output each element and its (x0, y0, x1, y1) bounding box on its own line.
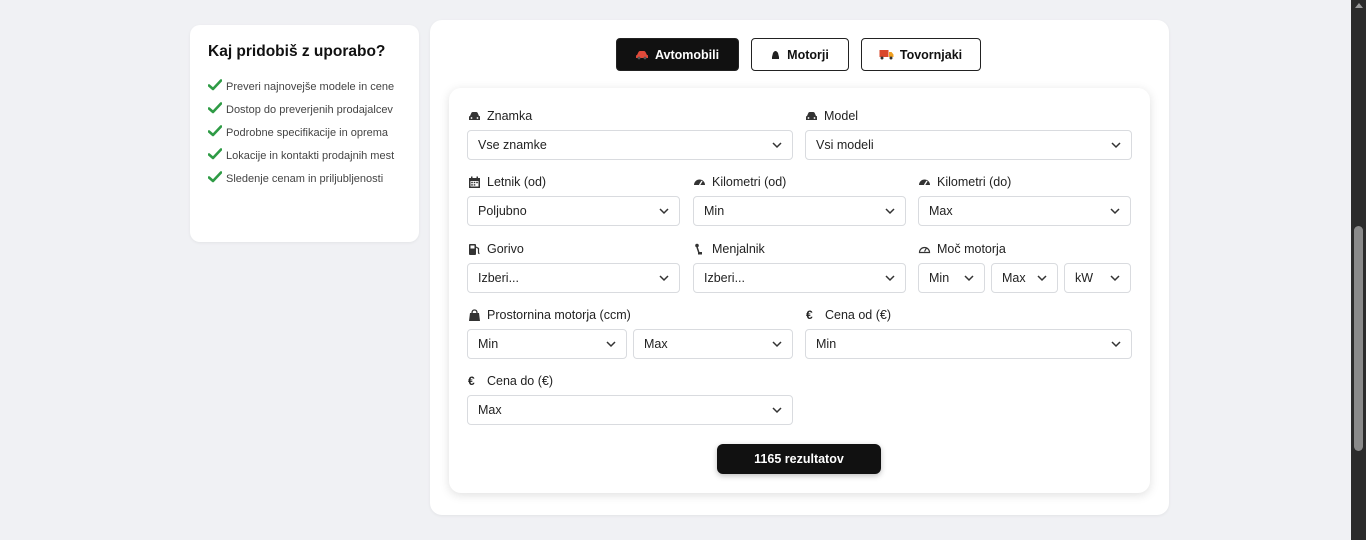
chevron-down-icon (772, 407, 782, 414)
displacement-label: Prostornina motorja (ccm) (487, 308, 631, 322)
check-icon (208, 79, 222, 91)
power-unit-select[interactable]: kW (1064, 263, 1131, 293)
chevron-down-icon (772, 341, 782, 348)
benefit-item: Dostop do preverjenih prodajalcev (208, 102, 401, 119)
chevron-down-icon (1037, 275, 1047, 282)
fuel-label: Gorivo (487, 242, 524, 256)
transmission-label: Menjalnik (712, 242, 765, 256)
weight-icon (469, 309, 480, 321)
benefits-list: Preveri najnovejše modele in cene Dostop… (208, 79, 401, 188)
model-field: Model (805, 108, 858, 124)
km-from-field: Kilometri (od) (693, 174, 786, 190)
year-from-label: Letnik (od) (487, 175, 547, 189)
price-from-field: € Cena od (€) (806, 307, 891, 323)
km-to-select[interactable]: Max (918, 196, 1131, 226)
benefit-item: Lokacije in kontakti prodajnih mest (208, 148, 401, 165)
check-icon (208, 171, 222, 183)
chevron-down-icon (885, 275, 895, 282)
motorcycle-icon (772, 50, 780, 59)
displacement-field: Prostornina motorja (ccm) (468, 307, 631, 323)
vehicle-type-tabs: Avtomobili Motorji Tovornjaki (430, 38, 1169, 71)
fuel-field: Gorivo (468, 241, 524, 257)
chevron-down-icon (606, 341, 616, 348)
search-card: Avtomobili Motorji Tovornjaki Znamka Vse… (430, 20, 1169, 515)
calendar-icon (469, 176, 480, 188)
engine-power-label: Moč motorja (937, 242, 1006, 256)
km-from-select[interactable]: Min (693, 196, 906, 226)
chevron-down-icon (659, 275, 669, 282)
tab-motorcycles[interactable]: Motorji (750, 38, 849, 71)
engine-power-field: Moč motorja (918, 241, 1006, 257)
filter-panel: Znamka Vse znamke Model Vsi modeli Letni… (449, 88, 1150, 493)
price-to-field: € Cena do (€) (468, 373, 553, 389)
euro-icon: € (806, 308, 813, 322)
euro-icon: € (468, 374, 475, 388)
chevron-down-icon (659, 208, 669, 215)
car-icon (469, 112, 480, 120)
price-to-select[interactable]: Max (467, 395, 793, 425)
chevron-down-icon (1110, 275, 1120, 282)
page-scrollbar[interactable] (1351, 0, 1366, 540)
transmission-field: Menjalnik (693, 241, 765, 257)
fuel-pump-icon (469, 244, 480, 255)
truck-icon (879, 50, 894, 60)
tab-motorcycles-label: Motorji (787, 47, 829, 62)
chevron-down-icon (772, 142, 782, 149)
tab-trucks[interactable]: Tovornjaki (860, 38, 981, 71)
benefit-item: Sledenje cenam in priljubljenosti (208, 171, 401, 188)
benefits-title: Kaj pridobiš z uporabo? (208, 43, 386, 60)
tab-trucks-label: Tovornjaki (899, 47, 963, 62)
km-to-field: Kilometri (do) (918, 174, 1011, 190)
benefits-card: Kaj pridobiš z uporabo? Preveri najnovej… (190, 25, 419, 242)
model-label: Model (824, 109, 859, 123)
price-to-label: Cena do (€) (487, 374, 554, 388)
chevron-down-icon (885, 208, 895, 215)
car-icon (806, 112, 817, 120)
price-from-label: Cena od (€) (825, 308, 892, 322)
price-from-select[interactable]: Min (805, 329, 1132, 359)
scroll-up-arrow-icon[interactable] (1355, 3, 1363, 8)
chevron-down-icon (1111, 341, 1121, 348)
power-max-select[interactable]: Max (991, 263, 1058, 293)
transmission-select[interactable]: Izberi... (693, 263, 906, 293)
model-select[interactable]: Vsi modeli (805, 130, 1132, 160)
power-min-select[interactable]: Min (918, 263, 985, 293)
check-icon (208, 102, 222, 114)
year-from-select[interactable]: Poljubno (467, 196, 680, 226)
brand-select[interactable]: Vse znamke (467, 130, 793, 160)
show-results-button[interactable]: 1165 rezultatov (717, 444, 881, 474)
km-from-label: Kilometri (od) (712, 175, 787, 189)
car-icon (635, 50, 648, 59)
check-icon (208, 125, 222, 137)
gear-shift-icon (695, 243, 702, 255)
speedometer-icon (919, 179, 930, 186)
scrollbar-thumb[interactable] (1354, 226, 1363, 451)
chevron-down-icon (1111, 142, 1121, 149)
fuel-select[interactable]: Izberi... (467, 263, 680, 293)
chevron-down-icon (1110, 208, 1120, 215)
benefit-item: Preveri najnovejše modele in cene (208, 79, 401, 96)
chevron-down-icon (964, 275, 974, 282)
gauge-icon (918, 246, 931, 254)
km-to-label: Kilometri (do) (937, 175, 1012, 189)
year-from-field: Letnik (od) (468, 174, 546, 190)
brand-field: Znamka (468, 108, 532, 124)
benefit-item: Podrobne specifikacije in oprema (208, 125, 401, 142)
speedometer-icon (694, 179, 705, 186)
brand-label: Znamka (487, 109, 533, 123)
tab-cars[interactable]: Avtomobili (615, 38, 739, 71)
check-icon (208, 148, 222, 160)
displacement-max-select[interactable]: Max (633, 329, 793, 359)
displacement-min-select[interactable]: Min (467, 329, 627, 359)
tab-cars-label: Avtomobili (654, 47, 720, 62)
